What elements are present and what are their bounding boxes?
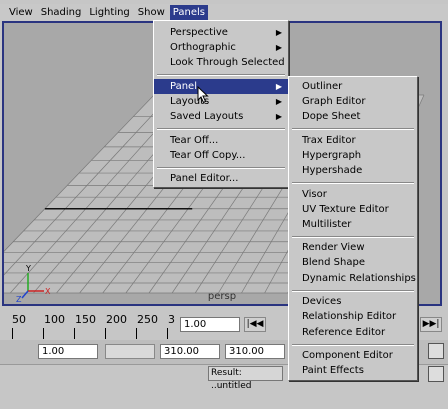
menu-separator — [292, 182, 414, 184]
menu-lighting[interactable]: Lighting — [86, 5, 132, 21]
submenu-item-graph-editor[interactable]: Graph Editor — [289, 94, 417, 109]
menu-shading[interactable]: Shading — [38, 5, 85, 21]
mouse-cursor-icon — [197, 86, 209, 104]
menu-separator — [157, 128, 285, 130]
menu-separator — [157, 167, 285, 169]
submenu-item-paint-effects[interactable]: Paint Effects — [289, 363, 417, 378]
animation-start-field[interactable]: 1.00 — [38, 344, 98, 359]
tick-mark — [105, 328, 106, 339]
tick-label: 3 — [168, 313, 175, 326]
panels-menu: Perspective ▶ Orthographic ▶ Look Through … — [153, 20, 289, 188]
submenu-item-dope-sheet[interactable]: Dope Sheet — [289, 109, 417, 124]
submenu-arrow-icon: ▶ — [275, 82, 282, 91]
menu-item-saved-layouts[interactable]: Saved Layouts ▶ — [154, 109, 288, 124]
submenu-item-reference-editor[interactable]: Reference Editor — [289, 325, 417, 340]
menu-item-orthographic[interactable]: Orthographic ▶ — [154, 40, 288, 55]
submenu-item-component-editor[interactable]: Component Editor — [289, 348, 417, 363]
menu-show[interactable]: Show — [135, 5, 168, 21]
submenu-item-multilister[interactable]: Multilister — [289, 217, 417, 232]
submenu-item-dynamic-relationships[interactable]: Dynamic Relationships — [289, 271, 417, 286]
range-slider-bar[interactable] — [105, 344, 155, 359]
submenu-item-visor[interactable]: Visor — [289, 187, 417, 202]
submenu-item-hypergraph[interactable]: Hypergraph — [289, 148, 417, 163]
submenu-arrow-icon: ▶ — [275, 43, 282, 52]
submenu-item-blend-shape[interactable]: Blend Shape — [289, 255, 417, 270]
menu-item-tear-off[interactable]: Tear Off... — [154, 133, 288, 148]
menu-item-look-through-selected[interactable]: Look Through Selected — [154, 55, 288, 70]
tick-mark — [74, 328, 75, 339]
current-frame-field[interactable]: 1.00 — [180, 317, 240, 332]
tick-label: 100 — [44, 313, 65, 326]
menu-separator — [292, 344, 414, 346]
submenu-arrow-icon: ▶ — [275, 112, 282, 121]
submenu-item-render-view[interactable]: Render View — [289, 240, 417, 255]
tick-label: 200 — [106, 313, 127, 326]
tick-label: 250 — [137, 313, 158, 326]
panel-submenu: Outliner Graph Editor Dope Sheet Trax Ed… — [288, 76, 418, 381]
menu-item-layouts[interactable]: Layouts ▶ — [154, 94, 288, 109]
menu-view[interactable]: View — [6, 5, 36, 21]
go-to-start-button[interactable]: |◀◀ — [244, 317, 266, 332]
command-result-field: Result: ..untitled — [208, 366, 283, 391]
tick-mark — [43, 328, 44, 339]
menu-panels[interactable]: Panels — [169, 4, 208, 21]
tick-label: 50 — [12, 313, 26, 326]
menu-item-tear-off-copy[interactable]: Tear Off Copy... — [154, 148, 288, 163]
submenu-item-devices[interactable]: Devices — [289, 294, 417, 309]
menu-item-panel-editor[interactable]: Panel Editor... — [154, 171, 288, 186]
tick-mark — [12, 328, 13, 339]
script-editor-icon[interactable] — [428, 366, 444, 382]
menu-separator — [157, 74, 285, 76]
go-to-end-button[interactable]: ▶▶| — [420, 317, 442, 332]
tick-mark — [167, 328, 168, 339]
preferences-icon[interactable] — [428, 343, 444, 359]
submenu-item-relationship-editor[interactable]: Relationship Editor — [289, 309, 417, 324]
submenu-item-uv-texture-editor[interactable]: UV Texture Editor — [289, 202, 417, 217]
submenu-item-trax-editor[interactable]: Trax Editor — [289, 133, 417, 148]
submenu-item-hypershade[interactable]: Hypershade — [289, 163, 417, 178]
tick-label: 150 — [75, 313, 96, 326]
playback-end-field[interactable]: 310.00 — [160, 344, 220, 359]
menu-item-panel[interactable]: Panel ▶ — [154, 79, 288, 94]
submenu-arrow-icon: ▶ — [275, 97, 282, 106]
submenu-arrow-icon: ▶ — [275, 28, 282, 37]
animation-end-field[interactable]: 310.00 — [225, 344, 285, 359]
submenu-item-outliner[interactable]: Outliner — [289, 79, 417, 94]
axis-y-label: Y — [25, 264, 31, 273]
tick-mark — [136, 328, 137, 339]
menu-separator — [292, 290, 414, 292]
menu-separator — [292, 128, 414, 130]
menu-item-perspective[interactable]: Perspective ▶ — [154, 25, 288, 40]
menu-separator — [292, 236, 414, 238]
panel-menubar: View Shading Lighting Show Panels — [0, 4, 448, 21]
